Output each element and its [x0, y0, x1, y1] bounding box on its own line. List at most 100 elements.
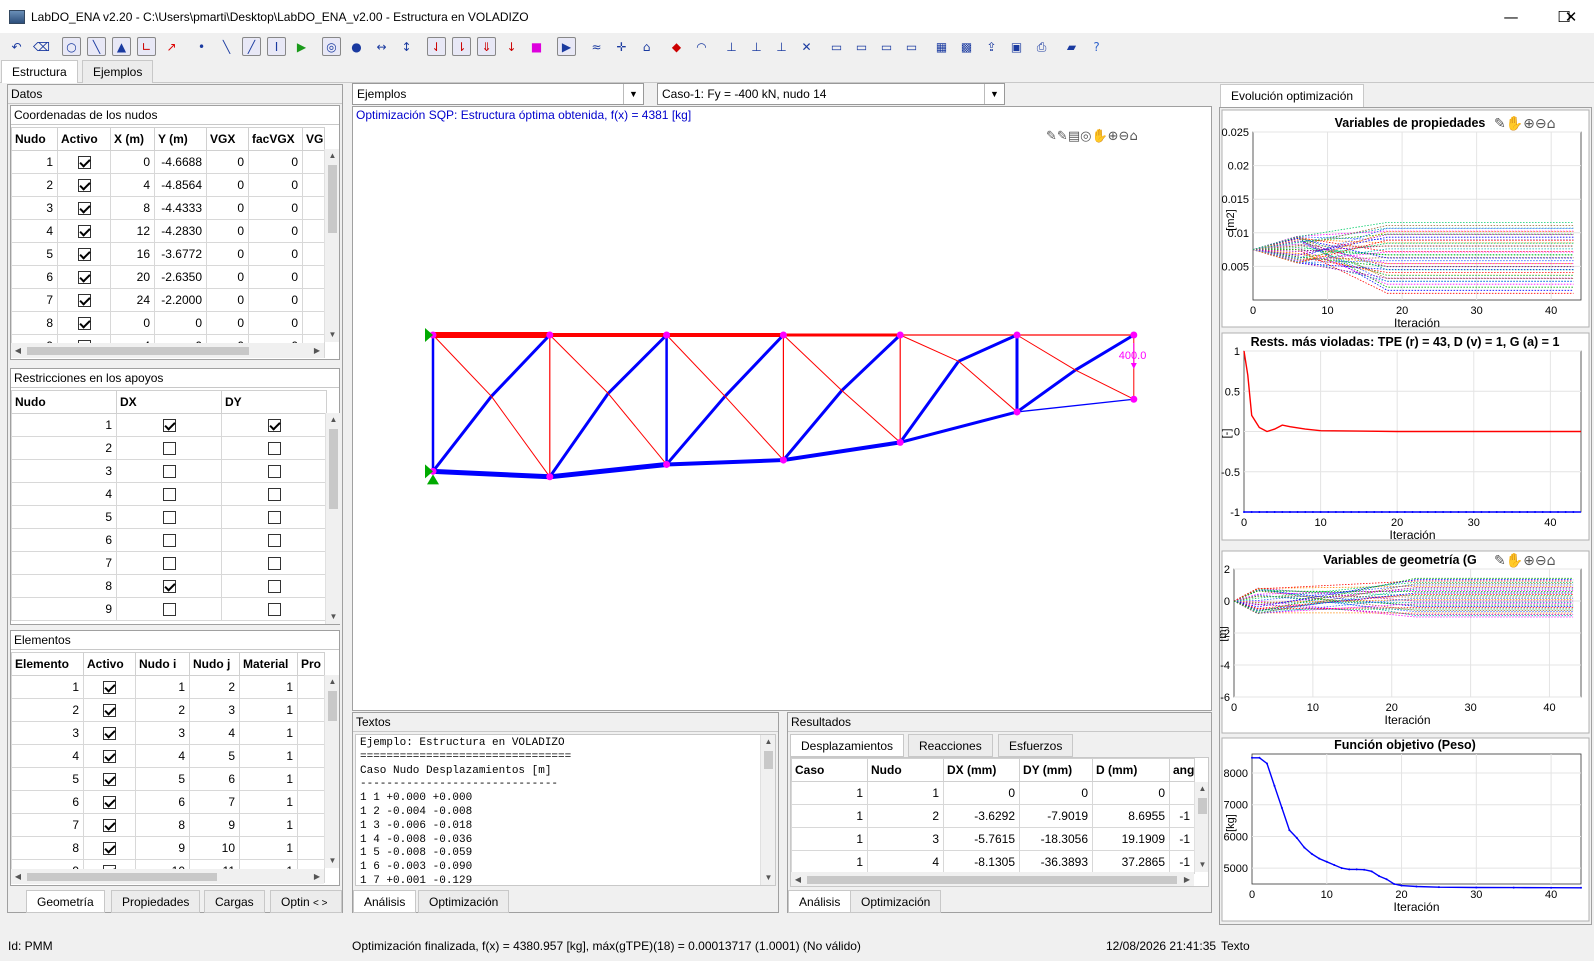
truss-node[interactable] [1013, 331, 1021, 339]
checkbox[interactable] [162, 603, 176, 617]
checkbox[interactable] [267, 465, 281, 479]
tab-estructura[interactable]: Estructura [1, 60, 78, 83]
circle-icon[interactable]: ◎ [322, 37, 341, 56]
deform-icon[interactable]: ≈ [587, 37, 606, 56]
checkbox[interactable] [103, 842, 116, 856]
table-cell[interactable] [83, 698, 136, 722]
book-icon[interactable]: ▰ [1062, 37, 1081, 56]
nodes-header[interactable]: facVGX [248, 127, 303, 151]
frame-icon[interactable]: ∟ [137, 37, 156, 56]
table-cell[interactable] [83, 767, 136, 791]
table-cell[interactable] [116, 459, 222, 483]
table-row[interactable]: 4 [11, 482, 327, 506]
tab-ejemplos[interactable]: Ejemplos [82, 60, 154, 83]
arc-icon[interactable]: ◠ [692, 37, 711, 56]
table-cell[interactable] [116, 482, 222, 506]
line-icon[interactable]: ╲ [217, 37, 236, 56]
table-cell[interactable] [57, 173, 111, 197]
table-row[interactable]: 5 16 -3.6772 0 0 [11, 242, 325, 266]
stop-icon[interactable]: ■ [527, 37, 546, 56]
table-cell[interactable] [116, 551, 222, 575]
el-header[interactable]: Material [239, 652, 298, 676]
nodes-header[interactable]: VGX [206, 127, 249, 151]
nodes-header[interactable]: VG [302, 127, 325, 151]
truss-drawing[interactable]: 400.0 [353, 107, 1211, 710]
checkbox[interactable] [103, 819, 116, 833]
checkbox[interactable] [103, 681, 116, 695]
grid1-icon[interactable]: ▦ [932, 37, 951, 56]
truss-node[interactable] [1130, 395, 1138, 403]
evolution-plot[interactable]: 10.50-0.5-10 10 20 30 40Iteración[-]Rests. m… [1221, 332, 1590, 542]
sup-header[interactable]: Nudo [11, 390, 117, 414]
truss-bar[interactable] [665, 395, 727, 466]
node-add-icon[interactable]: • [192, 37, 211, 56]
home-icon[interactable]: ⌂ [637, 37, 656, 56]
truss-bar[interactable] [782, 389, 843, 462]
truss-bar[interactable] [1075, 369, 1135, 400]
truss-bar[interactable] [783, 440, 901, 463]
resultados-vscroll[interactable]: ▲ ▼ [1194, 782, 1208, 872]
table-cell[interactable] [57, 219, 111, 243]
table-row[interactable]: 2 4 -4.8564 0 0 [11, 173, 325, 197]
truss-bar[interactable] [783, 334, 843, 391]
checkbox[interactable] [267, 488, 281, 502]
table-row[interactable]: 5561 [11, 767, 325, 791]
table-row[interactable]: 8 9 10 1 [11, 836, 325, 860]
truss-node[interactable] [663, 460, 671, 468]
res-header[interactable]: D (mm) [1092, 758, 1170, 782]
nodes-header[interactable]: Y (m) [154, 127, 207, 151]
checkbox[interactable] [77, 248, 91, 262]
truss-bar[interactable] [1016, 368, 1077, 414]
truss-node[interactable] [1013, 408, 1021, 416]
truss-node[interactable] [779, 331, 787, 339]
resultados-hscroll[interactable]: ◀ ▶ [791, 872, 1194, 886]
table-cell[interactable] [221, 482, 327, 506]
truss-bar[interactable] [666, 458, 784, 467]
colors-icon[interactable]: ◆ [667, 37, 686, 56]
bar-a-icon[interactable]: ⇃ [427, 37, 446, 56]
tab-analisis-res[interactable]: Análisis [788, 890, 852, 913]
table-cell[interactable] [116, 436, 222, 460]
export-icon[interactable]: ⇪ [982, 37, 1001, 56]
tab-optimizacion-res[interactable]: Optimización [850, 890, 942, 913]
tab-scroll-icon[interactable]: < > [313, 898, 327, 909]
tab-desplazamientos[interactable]: Desplazamientos [790, 734, 905, 757]
checkbox[interactable] [77, 271, 91, 285]
table-cell[interactable] [116, 574, 222, 598]
view2-icon[interactable]: ▭ [852, 37, 871, 56]
table-row[interactable]: 1 4 -8.1305 -36.3893 37.2865 -1 [791, 850, 1195, 874]
table-cell[interactable] [221, 505, 327, 529]
table-cell[interactable] [221, 574, 327, 598]
table-cell[interactable] [57, 196, 111, 220]
res-header[interactable]: DX (mm) [943, 758, 1020, 782]
tab-esfuerzos[interactable]: Esfuerzos [998, 734, 1074, 757]
truss-bar[interactable] [432, 334, 492, 397]
axes-b-icon[interactable]: ⊥ [747, 37, 766, 56]
truss-bar[interactable] [899, 334, 959, 362]
cross-icon[interactable]: ✛ [612, 37, 631, 56]
checkbox[interactable] [103, 704, 116, 718]
table-row[interactable]: 7 891 [11, 813, 325, 837]
load-icon[interactable]: ↗ [162, 37, 181, 56]
nodes-header[interactable]: Activo [57, 127, 111, 151]
print-icon[interactable]: ⎙ [1032, 37, 1051, 56]
dot-icon[interactable]: ● [347, 37, 366, 56]
table-row[interactable]: 5 [11, 505, 327, 529]
truss-node[interactable] [546, 331, 554, 339]
table-cell[interactable] [221, 597, 327, 621]
eraser-icon[interactable]: ⌫ [32, 37, 51, 56]
el-header[interactable]: Pro [297, 652, 325, 676]
res-header[interactable]: Nudo [867, 758, 944, 782]
table-row[interactable]: 6 [11, 528, 327, 552]
checkbox[interactable] [162, 488, 176, 502]
table-cell[interactable] [116, 505, 222, 529]
checkbox[interactable] [267, 419, 281, 433]
evolution-plot[interactable]: 0.0250.020.0150.010.0050 10 20 30 40Iteració… [1221, 109, 1590, 330]
truss-bar[interactable] [958, 360, 1018, 413]
table-cell[interactable] [221, 436, 327, 460]
table-row[interactable]: 6 20 -2.6350 0 0 [11, 265, 325, 289]
table-cell[interactable] [83, 721, 136, 745]
table-cell[interactable] [57, 265, 111, 289]
table-row[interactable]: 1 3 -5.7615 -18.3056 19.1909 -1 [791, 827, 1195, 851]
el-header[interactable]: Activo [83, 652, 136, 676]
